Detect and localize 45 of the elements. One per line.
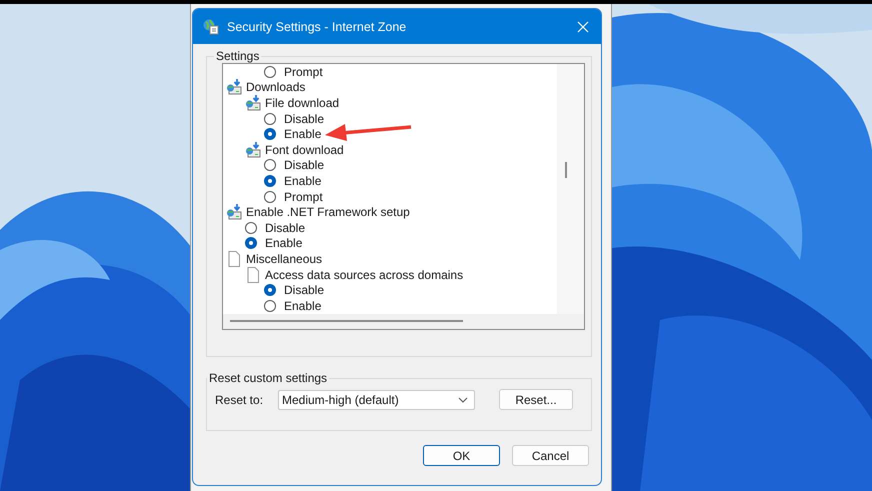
radio-button[interactable] — [264, 300, 276, 312]
document-icon — [226, 250, 242, 267]
radio-button[interactable] — [264, 284, 276, 296]
group-title: Reset custom settings — [208, 371, 328, 385]
radio-button[interactable] — [264, 112, 276, 125]
radio-button[interactable] — [245, 237, 257, 250]
radio-button[interactable] — [264, 159, 276, 172]
computer-download-icon — [245, 142, 261, 158]
option-label[interactable]: Enable — [284, 127, 322, 142]
radio-button[interactable] — [245, 222, 257, 234]
reset-label: Reset to: — [215, 392, 264, 406]
setting-label: File download — [265, 96, 340, 110]
computer-download-icon — [226, 79, 242, 96]
reset-button[interactable]: Reset... — [499, 389, 573, 410]
option-label[interactable]: Disable — [265, 220, 306, 235]
radio-button[interactable] — [264, 174, 276, 187]
radio-button[interactable] — [264, 190, 276, 203]
radio-button[interactable] — [264, 128, 276, 140]
level-dropdown[interactable]: Medium-high (default) — [278, 390, 475, 410]
option-label[interactable]: Prompt — [284, 190, 323, 204]
option-label[interactable]: Prompt — [284, 64, 323, 79]
cancel-button[interactable]: Cancel — [512, 445, 589, 466]
setting-label: Access data sources across domains — [265, 268, 464, 282]
option-label[interactable]: Disable — [284, 283, 324, 298]
option-label[interactable]: Disable — [284, 158, 324, 172]
setting-label: Enable .NET Framework setup — [246, 205, 410, 220]
radio-button[interactable] — [264, 66, 276, 78]
computer-download-icon — [245, 94, 261, 111]
globe-icon — [203, 18, 219, 34]
close-icon[interactable] — [577, 20, 589, 32]
option-label[interactable]: Disable — [284, 112, 324, 126]
option-label[interactable]: Enable — [265, 236, 302, 250]
computer-download-icon — [226, 204, 242, 220]
option-label[interactable]: Enable — [284, 298, 322, 313]
ok-button[interactable]: OK — [423, 445, 500, 466]
setting-label: Miscellaneous — [246, 252, 322, 266]
window-title: Security Settings - Internet Zone — [227, 20, 408, 34]
option-label[interactable]: Enable — [284, 174, 322, 188]
setting-label: Font download — [265, 142, 344, 157]
setting-label: Downloads — [246, 80, 306, 94]
group-title: Settings — [215, 49, 260, 63]
horizontal-scrollbar[interactable] — [223, 314, 584, 329]
document-icon — [245, 266, 261, 283]
chevron-down-icon — [458, 396, 468, 402]
vertical-scrollbar[interactable] — [557, 64, 584, 314]
